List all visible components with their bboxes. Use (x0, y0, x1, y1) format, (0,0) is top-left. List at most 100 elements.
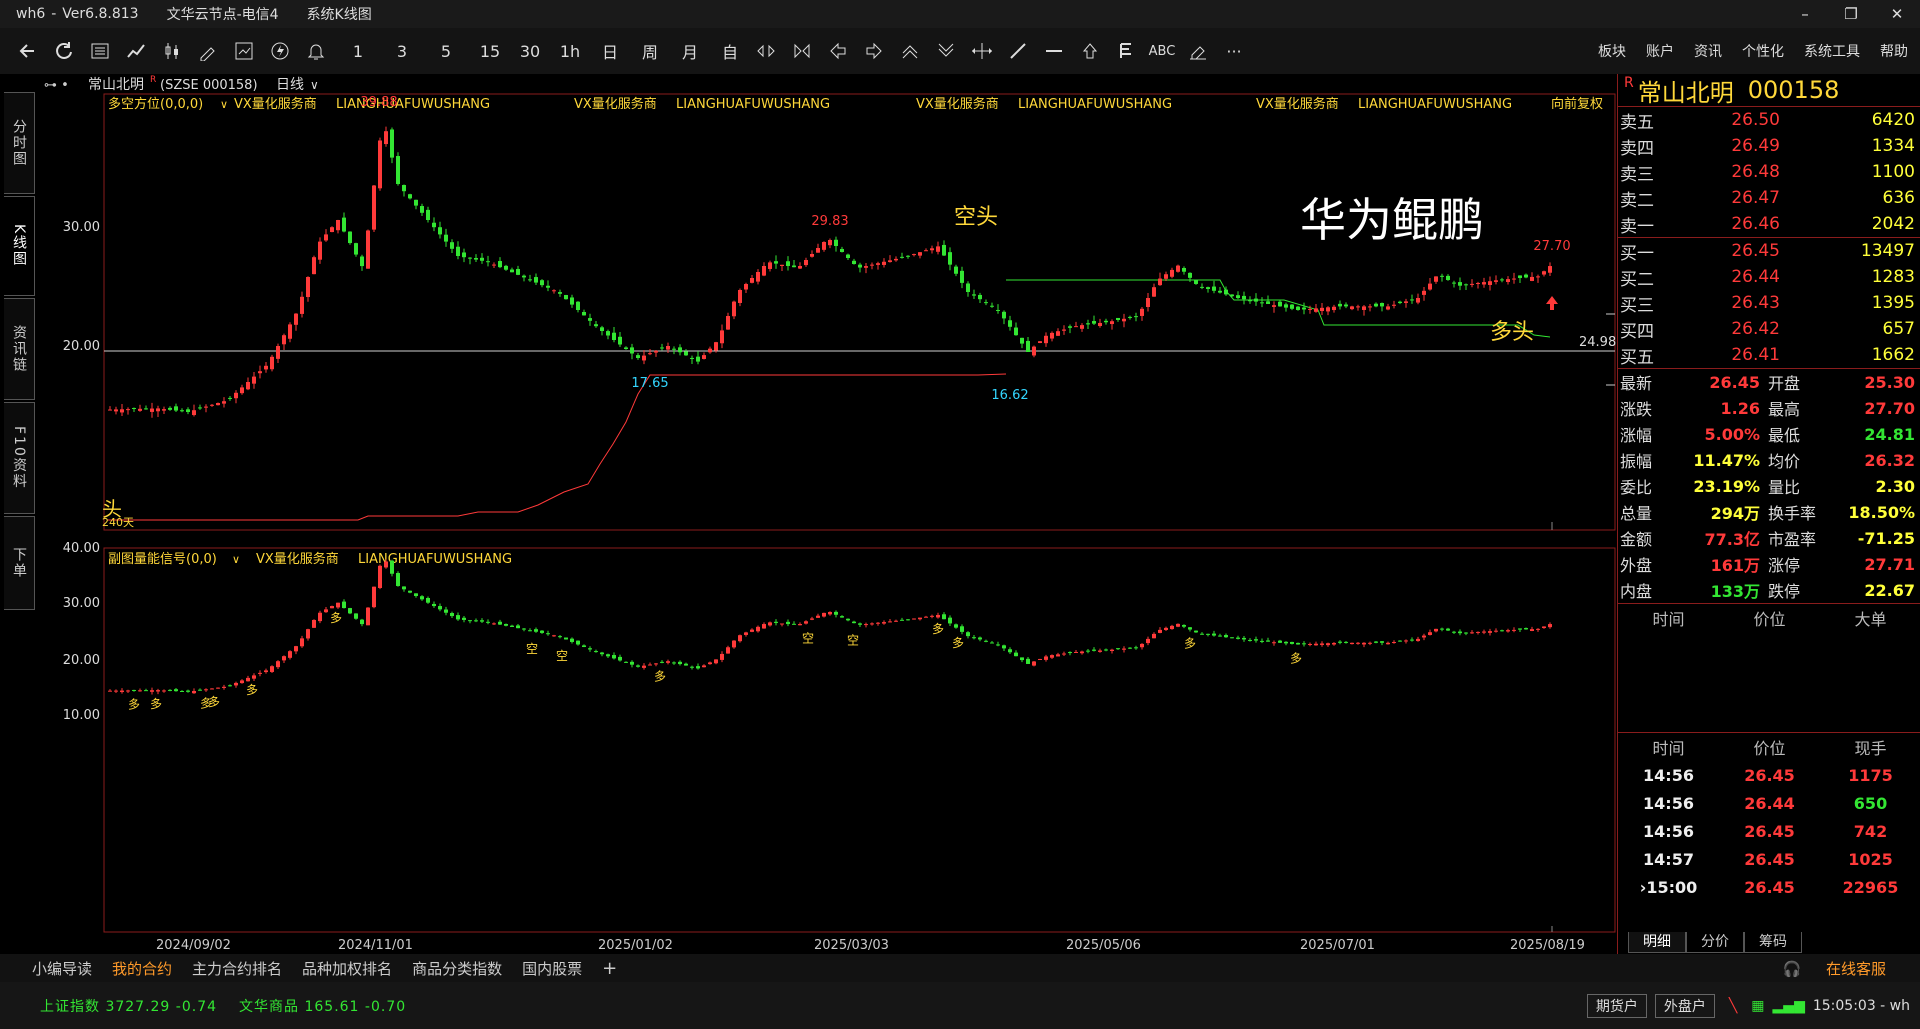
tab-fenjia[interactable]: 分价 (1686, 932, 1744, 953)
back-icon[interactable] (10, 36, 46, 66)
tab-xiadan[interactable]: 下单 (4, 516, 35, 610)
line-chart-icon[interactable] (118, 36, 154, 66)
period-month[interactable]: 月 (672, 36, 708, 66)
bid-row[interactable]: 买四 26.42 657 (1618, 316, 1920, 342)
eraser-icon[interactable] (1180, 36, 1216, 66)
arrow-down-icon[interactable] (928, 36, 964, 66)
tab-f10[interactable]: F10资料 (4, 402, 35, 514)
crosshair-icon[interactable] (964, 36, 1000, 66)
zoom-out-icon[interactable] (784, 36, 820, 66)
candle (888, 260, 892, 263)
menu-zhanghu[interactable]: 账户 (1646, 41, 1674, 61)
menu-gexinghua[interactable]: 个性化 (1742, 41, 1784, 61)
candle (1254, 639, 1258, 641)
bid-row[interactable]: 买一 26.45 13497 (1618, 238, 1920, 264)
period-custom[interactable]: 自 (712, 36, 748, 66)
period-select[interactable]: 日线 (276, 77, 304, 93)
arrow-right-icon[interactable] (856, 36, 892, 66)
tick-row[interactable]: 14:57 26.45 1025 (1618, 845, 1920, 873)
server-node[interactable]: 文华云节点-电信4 (167, 4, 279, 24)
candle (774, 621, 778, 623)
tab-chouma[interactable]: 筹码 (1744, 932, 1802, 953)
candle (1044, 656, 1048, 660)
text-tool[interactable]: ABC (1144, 36, 1180, 66)
foreign-account-button[interactable]: 外盘户 (1654, 993, 1715, 1018)
adjust-mode[interactable]: 向前复权 (1551, 96, 1603, 112)
arrow-up-icon[interactable] (892, 36, 928, 66)
fib-icon[interactable] (1108, 36, 1144, 66)
trendline-icon[interactable] (1000, 36, 1036, 66)
bell-icon[interactable] (298, 36, 334, 66)
index-wenhua[interactable]: 文华商品 165.61 -0.70 (239, 996, 406, 1016)
indicator-icon[interactable] (226, 36, 262, 66)
more-button[interactable]: ··· (1216, 36, 1252, 66)
tab-kline[interactable]: K线图 (4, 196, 35, 296)
tab-wodeheyue[interactable]: 我的合约 (112, 958, 172, 979)
chevron-down-icon[interactable]: ∨ (232, 553, 240, 566)
tick-row[interactable]: 14:56 26.45 742 (1618, 817, 1920, 845)
ask-row[interactable]: 卖二 26.47 636 (1618, 185, 1920, 211)
menu-bangzhu[interactable]: 帮助 (1880, 41, 1908, 61)
up-arrow-icon[interactable] (1072, 36, 1108, 66)
symbol-name[interactable]: 常山北明 (88, 77, 144, 93)
period-30[interactable]: 30 (512, 36, 548, 66)
tick-row[interactable]: ›15:00 26.45 22965 (1618, 873, 1920, 901)
tab-zhuli[interactable]: 主力合约排名 (192, 958, 282, 979)
index-shanghai[interactable]: 上证指数 3727.29 -0.74 (40, 996, 217, 1016)
report-icon[interactable] (82, 36, 118, 66)
tab-shangpin[interactable]: 商品分类指数 (412, 958, 502, 979)
candle (1194, 280, 1198, 284)
candle (702, 665, 706, 668)
candle (1128, 647, 1132, 649)
tab-zixunlian[interactable]: 资讯链 (4, 298, 35, 400)
lightning-icon[interactable] (262, 36, 298, 66)
futures-account-button[interactable]: 期货户 (1586, 993, 1647, 1018)
bid-row[interactable]: 买三 26.43 1395 (1618, 290, 1920, 316)
kline-icon[interactable] (154, 36, 190, 66)
chevron-down-icon[interactable]: ∨ (220, 98, 228, 111)
tab-fenshitu[interactable]: 分时图 (4, 92, 35, 194)
tab-xiaobian[interactable]: 小编导读 (32, 958, 92, 979)
period-5[interactable]: 5 (428, 36, 464, 66)
period-15[interactable]: 15 (472, 36, 508, 66)
menu-xitonggongju[interactable]: 系统工具 (1804, 41, 1860, 61)
sub-indicator[interactable]: 副图量能信号(0,0) (108, 552, 217, 567)
online-service[interactable]: 🎧 在线客服 (1773, 958, 1896, 979)
tick-row[interactable]: 14:56 26.45 1175 (1618, 761, 1920, 789)
chevron-down-icon[interactable]: ∨ (310, 78, 319, 92)
period-3[interactable]: 3 (384, 36, 420, 66)
kline-chart[interactable]: ⊶ • 常山北明 R (SZSE 000158) 日线 ∨ 多空方位(0,0,0… (38, 74, 1617, 954)
drawing-icon[interactable] (190, 36, 226, 66)
ask-row[interactable]: 卖五 26.50 6420 (1618, 107, 1920, 133)
maximize-button[interactable]: ❐ (1828, 0, 1874, 28)
add-tab-button[interactable]: + (602, 958, 617, 979)
minimize-button[interactable]: – (1782, 0, 1828, 28)
candle (1206, 287, 1210, 289)
period-week[interactable]: 周 (632, 36, 668, 66)
keyboard-icon[interactable]: ▦ (1751, 998, 1764, 1014)
ask-row[interactable]: 卖四 26.49 1334 (1618, 133, 1920, 159)
refresh-icon[interactable] (46, 36, 82, 66)
arrow-left-icon[interactable] (820, 36, 856, 66)
period-1h[interactable]: 1h (552, 36, 588, 66)
candle (198, 689, 202, 691)
zoom-in-icon[interactable] (748, 36, 784, 66)
ask-row[interactable]: 卖三 26.48 1100 (1618, 159, 1920, 185)
candle (174, 406, 178, 411)
period-day[interactable]: 日 (592, 36, 628, 66)
period-1[interactable]: 1 (340, 36, 376, 66)
tick-row[interactable]: 14:56 26.44 650 (1618, 789, 1920, 817)
y-tick: 20.00 (63, 653, 100, 668)
ask-row[interactable]: 卖一 26.46 2042 (1618, 211, 1920, 237)
main-indicator[interactable]: 多空方位(0,0,0) (108, 96, 203, 112)
candle (1248, 300, 1252, 302)
tab-mingxi[interactable]: 明细 (1628, 932, 1686, 953)
close-button[interactable]: ✕ (1874, 0, 1920, 28)
bid-row[interactable]: 买二 26.44 1283 (1618, 264, 1920, 290)
bid-row[interactable]: 买五 26.41 1662 (1618, 342, 1920, 368)
menu-bankuai[interactable]: 板块 (1598, 41, 1626, 61)
tab-pinzhong[interactable]: 品种加权排名 (302, 958, 392, 979)
hline-icon[interactable] (1036, 36, 1072, 66)
tab-guonei[interactable]: 国内股票 (522, 958, 582, 979)
menu-zixun[interactable]: 资讯 (1694, 41, 1722, 61)
